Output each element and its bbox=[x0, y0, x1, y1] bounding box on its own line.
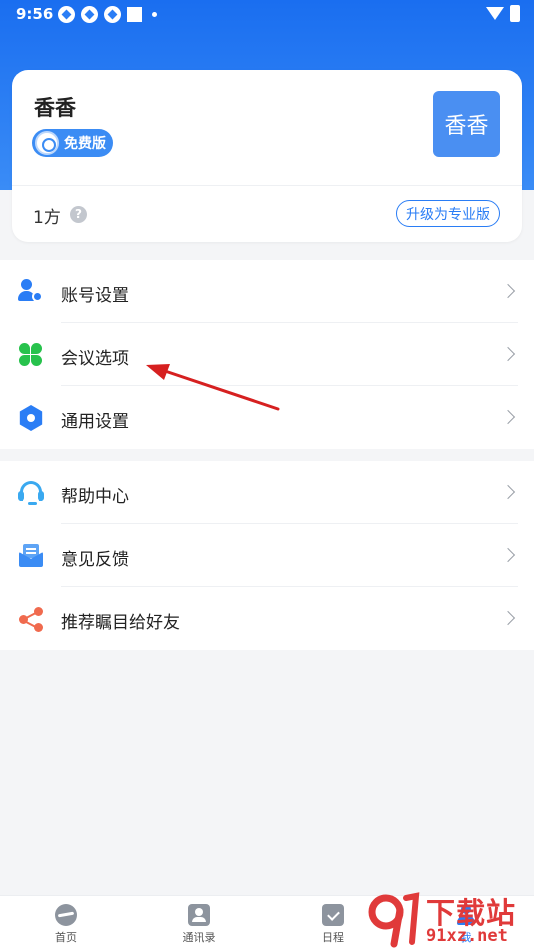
system-icons bbox=[486, 5, 520, 22]
status-bar: 9:56 bbox=[0, 0, 534, 30]
notification-app-icon bbox=[58, 6, 75, 23]
nav-tab-schedule[interactable]: 日程 bbox=[293, 904, 373, 945]
quota-count: 1方 bbox=[33, 208, 61, 228]
share-icon bbox=[18, 606, 44, 632]
menu-item-recommend[interactable]: 推荐瞩目给好友 bbox=[0, 587, 534, 650]
notification-square-icon bbox=[127, 7, 142, 22]
menu-item-help-center[interactable]: 帮助中心 bbox=[0, 461, 534, 524]
battery-icon bbox=[510, 5, 520, 22]
menu-item-label: 会议选项 bbox=[61, 349, 129, 369]
menu-item-feedback[interactable]: 意见反馈 bbox=[0, 524, 534, 587]
site-watermark: 下载站 91xz.net bbox=[364, 890, 532, 948]
chevron-right-icon bbox=[500, 409, 516, 425]
hex-gear-icon bbox=[19, 405, 43, 431]
plan-badge-label: 免费版 bbox=[64, 136, 106, 152]
nav-tab-label: 日程 bbox=[322, 931, 344, 944]
profile-card[interactable]: 香香 免费版 香香 1方 ? 升级为专业版 bbox=[12, 70, 522, 242]
chevron-right-icon bbox=[500, 283, 516, 299]
annotation-arrow-icon bbox=[146, 364, 280, 411]
nav-tab-home[interactable]: 首页 bbox=[26, 904, 106, 945]
notification-more-dot-icon bbox=[152, 12, 157, 17]
nav-tab-label: 通讯录 bbox=[182, 931, 216, 944]
help-icon[interactable]: ? bbox=[70, 206, 87, 223]
notification-app-icon bbox=[104, 6, 121, 23]
menu-item-label: 通用设置 bbox=[61, 412, 129, 432]
settings-menu-group: 账号设置 会议选项 通用设置 bbox=[0, 260, 534, 449]
notification-app-icon bbox=[81, 6, 98, 23]
notification-icons bbox=[58, 6, 157, 23]
plan-badge[interactable]: 免费版 bbox=[32, 129, 113, 157]
user-settings-icon bbox=[18, 279, 44, 305]
chevron-right-icon bbox=[500, 547, 516, 563]
menu-item-label: 意见反馈 bbox=[61, 550, 129, 570]
schedule-icon bbox=[322, 904, 344, 926]
menu-item-account-settings[interactable]: 账号设置 bbox=[0, 260, 534, 323]
chevron-right-icon bbox=[500, 610, 516, 626]
menu-item-label: 账号设置 bbox=[61, 286, 129, 306]
nav-tab-label: 首页 bbox=[55, 931, 77, 944]
upgrade-button[interactable]: 升级为专业版 bbox=[396, 200, 500, 227]
chevron-right-icon bbox=[500, 346, 516, 362]
home-icon bbox=[55, 904, 77, 926]
watermark-logo-icon bbox=[368, 892, 420, 948]
contacts-icon bbox=[188, 904, 210, 926]
chevron-right-icon bbox=[500, 484, 516, 500]
watermark-url: 91xz.net bbox=[426, 926, 508, 946]
status-time: 9:56 bbox=[16, 5, 54, 23]
wifi-icon bbox=[486, 7, 504, 20]
medal-icon bbox=[35, 131, 59, 155]
support-menu-group: 帮助中心 意见反馈 推荐瞩目给好友 bbox=[0, 461, 534, 650]
card-divider bbox=[12, 185, 522, 186]
username: 香香 bbox=[34, 96, 76, 120]
menu-item-label: 帮助中心 bbox=[61, 487, 129, 507]
headset-icon bbox=[18, 480, 44, 506]
menu-item-label: 推荐瞩目给好友 bbox=[61, 613, 180, 633]
nav-tab-contacts[interactable]: 通讯录 bbox=[159, 904, 239, 945]
feedback-icon bbox=[18, 543, 44, 569]
clover-icon bbox=[18, 342, 44, 368]
avatar[interactable]: 香香 bbox=[433, 91, 500, 157]
